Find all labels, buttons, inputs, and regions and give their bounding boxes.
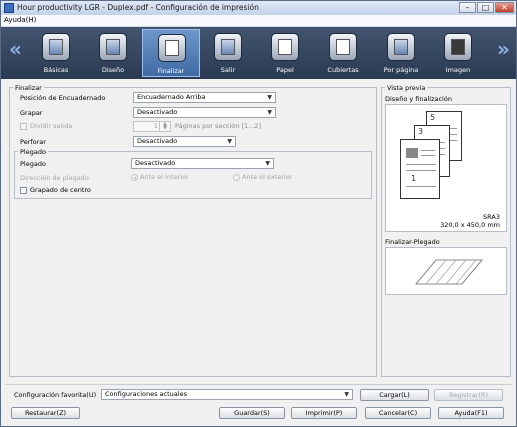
punch-value: Desactivado [137,137,178,145]
folded-paper-icon [415,259,483,285]
tab-imagen[interactable]: Imagen [429,29,487,77]
fold-direction-label: Dirección de plegado [20,174,89,182]
tab-label: Papel [276,66,294,74]
binding-position-select[interactable]: Encuadernado Arriba ▼ [133,92,276,103]
fold-inside-label: Ante el interior [140,173,189,181]
fold-preview-title: Finalizar-Plegado [385,238,440,246]
fold-outside-label: Ante el exterior [242,173,293,181]
page-number: 3 [418,127,424,136]
preview-title: Vista previa [385,84,428,92]
layout-icon [99,33,127,61]
ribbon-prev-arrow[interactable]: « [9,39,22,59]
output-icon [214,33,242,61]
footer-separator [5,384,512,385]
page-number: 1 [411,174,417,183]
tab-finalizar[interactable]: Finalizar [142,29,200,77]
favorite-settings-label: Configuración favorita(U) [14,391,97,399]
finishing-group: Finalizar [9,84,377,377]
preview-page-front: 1 [400,139,440,199]
staple-select[interactable]: Desactivado ▼ [133,107,276,118]
staple-value: Desactivado [137,108,178,116]
save-button[interactable]: Guardar(S) [219,407,285,419]
favorite-settings-select[interactable]: Configuraciones actuales ▼ [101,389,353,400]
split-output-label: Dividir salida [30,122,73,130]
fold-outside-radio[interactable] [233,174,240,181]
tab-label: Finalizar [157,67,185,75]
folding-group-title: Plegado [18,148,48,156]
title-bar: Hour productivity LGR - Duplex.pdf - Con… [1,1,516,16]
staple-label: Grapar [20,109,43,117]
tab-por-pagina[interactable]: Por página [372,29,430,77]
text-line [421,150,435,151]
punch-select[interactable]: Desactivado ▼ [133,136,236,147]
punch-label: Perforar [20,138,46,146]
text-line [406,170,436,171]
paper-icon [271,33,299,61]
minimize-button[interactable]: – [459,2,476,13]
ribbon-next-arrow[interactable]: » [497,39,510,59]
chevron-down-icon: ▼ [265,160,270,167]
per-page-icon [387,33,415,61]
chevron-down-icon: ▼ [344,391,349,398]
tab-label: Salir [220,66,236,74]
restore-button[interactable]: Restaurar(Z) [11,407,80,419]
tab-diseno[interactable]: Diseño [84,29,142,77]
chevron-down-icon: ▼ [267,109,272,116]
spinner-arrows-icon: ▲ ▼ [159,122,170,131]
tab-papel[interactable]: Papel [256,29,314,77]
tab-label: Imagen [445,66,471,74]
menu-help[interactable]: Ayuda(H) [4,16,36,24]
split-output-checkbox[interactable] [20,123,27,130]
help-button[interactable]: Ayuda(F1) [438,407,504,419]
paper-name: SRA3 [483,213,500,221]
tab-label: Básicas [43,66,69,74]
binding-position-value: Encuadernado Arriba [137,93,206,101]
page-number: 5 [430,113,436,122]
image-icon [444,33,472,61]
fold-label: Plegado [20,160,46,168]
finishing-icon [158,34,186,62]
finishing-group-title: Finalizar [13,84,44,92]
paper-size: 320,0 x 450,0 mm [440,221,500,229]
maximize-button[interactable]: □ [477,2,494,13]
close-button[interactable]: ✕ [495,2,514,13]
text-line [406,164,436,165]
pages-per-section-value: 1 [153,122,158,130]
fold-inside-radio[interactable] [131,174,138,181]
finishing-preview: 5 3 1 SRA3 320,0 x 450,0 mm [385,104,507,232]
covers-icon [329,33,357,61]
fold-value: Desactivado [135,159,176,167]
menu-bar: Ayuda(H) [1,15,516,27]
binding-position-label: Posición de Encuadernado [20,94,106,102]
picture-thumbnail-icon [406,148,418,158]
text-line [421,155,435,156]
pages-per-section-label: Páginas por sección [1...2] [175,122,261,130]
load-button[interactable]: Cargar(L) [360,389,429,401]
chevron-down-icon: ▼ [227,138,232,145]
fold-select[interactable]: Desactivado ▼ [131,158,274,169]
basic-settings-icon [42,33,70,61]
print-button[interactable]: Imprimir(P) [291,407,357,419]
pages-per-section-spinner[interactable]: 1 ▲ ▼ [133,121,171,132]
chevron-down-icon: ▼ [267,94,272,101]
text-line [406,186,436,187]
print-settings-window: Hour productivity LGR - Duplex.pdf - Con… [0,0,517,427]
app-icon [4,3,14,13]
register-button[interactable]: Registrar(R) [434,389,503,401]
cancel-button[interactable]: Cancelar(C) [365,407,431,419]
tab-label: Diseño [101,66,125,74]
favorite-settings-value: Configuraciones actuales [105,390,187,398]
tab-label: Cubiertas [327,66,359,74]
tab-ribbon: « » Básicas Diseño Finalizar Salir Papel… [1,27,516,79]
fold-preview [385,247,507,295]
tab-label: Por página [383,66,419,74]
window-title: Hour productivity LGR - Duplex.pdf - Con… [17,3,259,12]
tab-salir[interactable]: Salir [199,29,257,77]
center-staple-label: Grapado de centro [30,186,91,194]
tab-cubiertas[interactable]: Cubiertas [314,29,372,77]
tab-basicas[interactable]: Básicas [27,29,85,77]
center-staple-checkbox[interactable] [20,187,27,194]
preview-subtitle: Diseño y finalización [385,95,452,103]
